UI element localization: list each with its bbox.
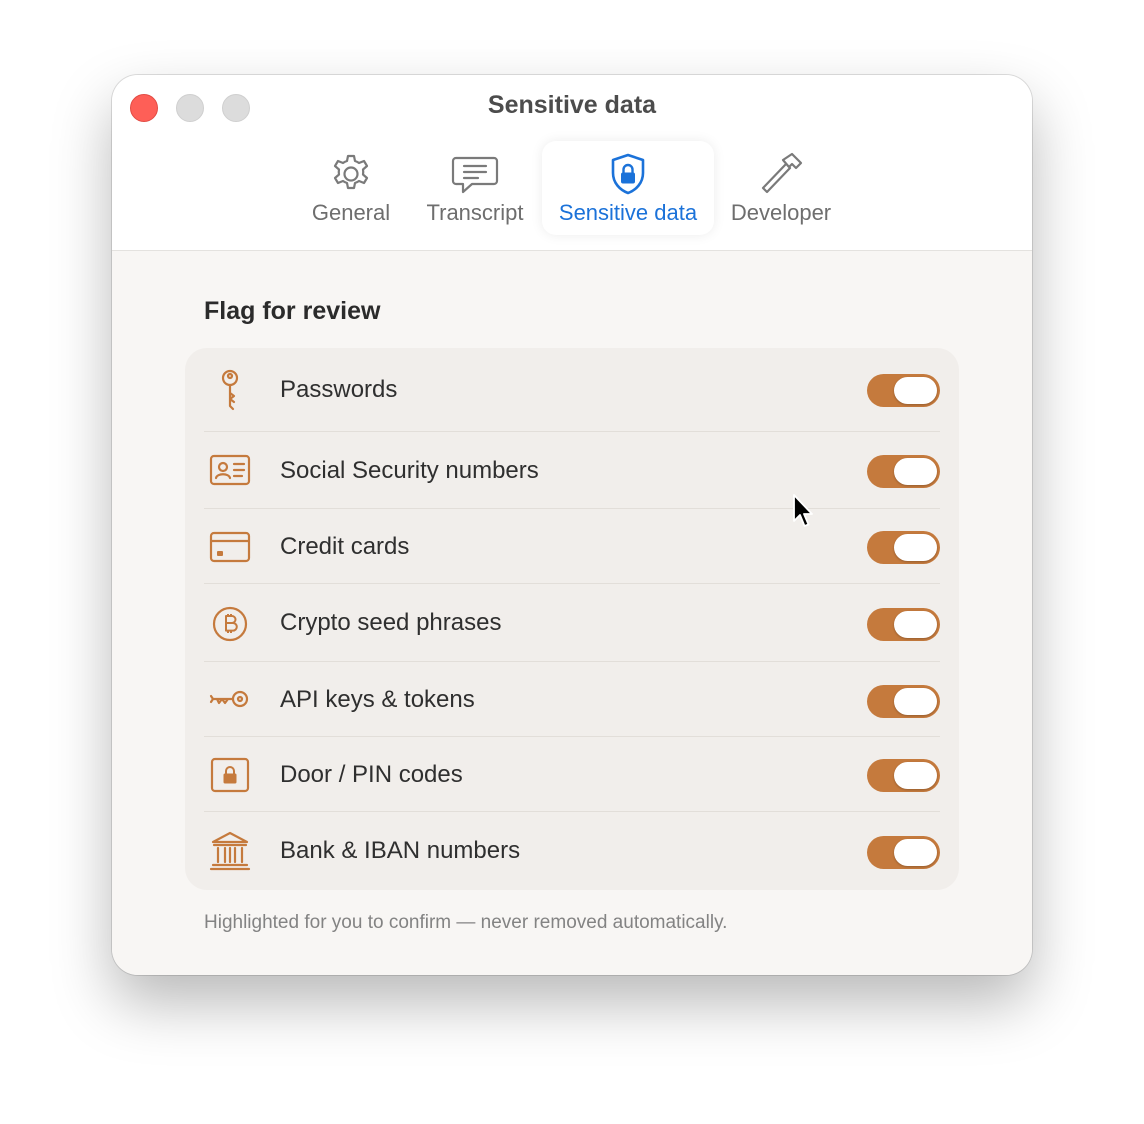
list-item-label: Passwords	[280, 376, 398, 403]
tab-sensitive-data-label: Sensitive data	[558, 200, 698, 225]
window-title: Sensitive data	[487, 91, 657, 119]
settings-window: Sensitive data General Transcript Sensit…	[112, 75, 1032, 975]
list-item-label: Door / PIN codes	[280, 761, 463, 788]
list-item-crypto-seed: Crypto seed phrases	[185, 584, 959, 662]
tab-general[interactable]: General	[297, 141, 405, 235]
bank-icon	[209, 831, 251, 871]
list-item-door-pin: Door / PIN codes	[185, 737, 959, 812]
list-item-label: API keys & tokens	[280, 686, 475, 713]
passwords-toggle[interactable]	[867, 374, 940, 407]
door-pin-toggle[interactable]	[867, 759, 940, 792]
list-item-social-security: Social Security numbers	[185, 432, 959, 509]
title-bar: Sensitive data General Transcript Sensit…	[112, 75, 1032, 251]
api-keys-toggle[interactable]	[867, 685, 940, 718]
tab-sensitive-data[interactable]: Sensitive data	[542, 141, 714, 235]
list-item-credit-cards: Credit cards	[185, 509, 959, 584]
bitcoin-icon	[212, 606, 248, 642]
tab-developer[interactable]: Developer	[722, 141, 840, 235]
list-item-label: Credit cards	[280, 533, 410, 560]
tab-transcript[interactable]: Transcript	[414, 141, 536, 235]
hammer-icon	[761, 152, 803, 194]
tab-general-label: General	[311, 200, 391, 225]
key-icon	[221, 369, 239, 411]
crypto-seed-toggle[interactable]	[867, 608, 940, 641]
credit-card-icon	[209, 531, 251, 563]
chat-bubble-icon	[451, 156, 499, 194]
list-item-label: Bank & IBAN numbers	[280, 837, 521, 864]
footnote: Highlighted for you to confirm — never r…	[204, 912, 728, 933]
credit-cards-toggle[interactable]	[867, 531, 940, 564]
settings-content: Flag for review Passwords Social Securit…	[112, 251, 1032, 975]
preferences-tabs: General Transcript Sensitive data Develo…	[112, 141, 1032, 239]
api-key-icon	[209, 690, 249, 708]
id-card-icon	[209, 454, 251, 486]
mouse-pointer-icon	[793, 494, 813, 527]
door-lock-icon	[210, 757, 250, 793]
gear-icon	[333, 154, 369, 190]
section-title: Flag for review	[204, 297, 381, 325]
list-item-passwords: Passwords	[185, 348, 959, 432]
lock-shield-icon	[611, 153, 645, 195]
bank-iban-toggle[interactable]	[867, 836, 940, 869]
tab-developer-label: Developer	[730, 200, 832, 225]
tab-transcript-label: Transcript	[426, 200, 524, 225]
list-item-label: Crypto seed phrases	[280, 609, 502, 636]
list-item-api-keys: API keys & tokens	[185, 662, 959, 737]
social-security-toggle[interactable]	[867, 455, 940, 488]
sensitive-data-list: Passwords Social Security numbers Credit…	[185, 348, 959, 890]
list-item-bank-iban: Bank & IBAN numbers	[185, 812, 959, 890]
list-item-label: Social Security numbers	[280, 457, 539, 484]
